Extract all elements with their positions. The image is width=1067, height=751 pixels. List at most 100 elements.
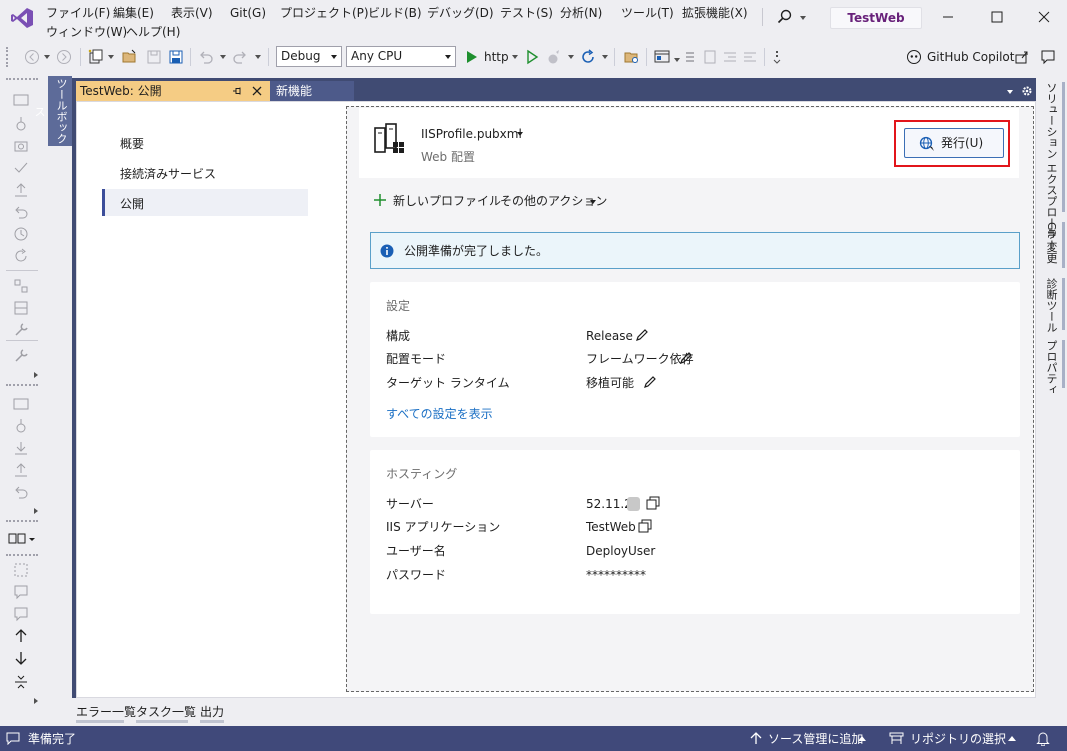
strip-grip[interactable] [6,78,38,80]
select-repository-button[interactable]: リポジトリの選択 [910,731,1006,747]
minimize-button[interactable] [928,4,968,30]
browser-link-icon[interactable] [654,49,670,65]
add-icon[interactable] [373,193,387,207]
tab-output[interactable]: 出力 [200,703,224,720]
edit-pencil-icon[interactable] [679,351,693,365]
collapse-icon[interactable] [12,674,30,690]
navigate-forward-icon[interactable] [56,49,72,65]
strip-grip[interactable] [6,384,38,386]
hot-reload-icon[interactable] [546,49,562,65]
menu-view[interactable]: 表示(V) [171,5,213,21]
menu-edit[interactable]: 編集(E) [113,5,154,21]
chevron-right-icon[interactable] [34,698,38,704]
copy-icon[interactable] [638,519,652,533]
save-all-icon[interactable] [168,49,184,65]
menu-debug[interactable]: デバッグ(D) [427,5,494,21]
navigate-back-icon[interactable] [24,49,40,65]
tab-error-list[interactable]: エラー一覧 [76,703,136,720]
chevron-down-icon[interactable] [220,55,226,59]
menu-analyze[interactable]: 分析(N) [560,5,602,21]
tab-testweb-publish[interactable]: TestWeb: 公開 [76,81,270,101]
redo-icon[interactable] [232,49,248,65]
camera-icon[interactable] [12,138,30,154]
record-icon[interactable] [12,116,30,132]
undo-icon[interactable] [12,484,30,500]
chevron-down-icon[interactable] [255,55,261,59]
maximize-button[interactable] [977,4,1017,30]
menu-extensions[interactable]: 拡張機能(X) [682,5,748,21]
chevron-down-icon[interactable] [568,55,574,59]
menu-file[interactable]: ファイル(F) [46,5,110,21]
notification-bell-icon[interactable] [1036,731,1050,746]
comment-icon[interactable] [12,584,30,600]
show-all-settings-link[interactable]: すべての設定を表示 [386,406,493,422]
edit-pencil-icon[interactable] [635,328,649,342]
publish-button[interactable]: 発行(U) [904,128,1004,158]
solution-configuration-select[interactable]: Debug [276,46,342,67]
refresh-icon[interactable] [12,248,30,264]
bookmark-icon[interactable] [702,49,718,65]
component-icon[interactable] [12,300,30,316]
chevron-right-icon[interactable] [34,508,38,514]
chevron-down-icon[interactable] [44,55,50,59]
tab-whats-new[interactable]: 新機能 [270,81,354,101]
undo-icon[interactable] [12,204,30,220]
chevron-down-icon[interactable] [674,58,680,62]
upload-icon[interactable] [12,462,30,478]
start-debugging-icon[interactable] [464,49,480,65]
folder-search-icon[interactable] [624,49,640,65]
comment-icon[interactable] [12,606,30,622]
chevron-down-icon[interactable] [590,200,596,204]
menu-build[interactable]: ビルド(B) [368,5,422,21]
menu-test[interactable]: テスト(S) [500,5,553,21]
strip-grip[interactable] [6,554,38,556]
profile-name[interactable]: IISProfile.pubxml [421,126,522,142]
strip-grip[interactable] [6,520,38,522]
record-icon[interactable] [12,418,30,434]
undo-icon[interactable] [198,49,214,65]
nav-item-connected-services[interactable]: 接続済みサービス [120,166,216,182]
solution-platform-select[interactable]: Any CPU [346,46,456,67]
indent-icon[interactable] [742,49,758,65]
arrow-down-icon[interactable] [12,650,30,666]
menu-tools[interactable]: ツール(T) [621,5,674,21]
toolbar-overflow-icon[interactable] [770,49,786,65]
feedback-icon[interactable] [1040,49,1056,65]
history-icon[interactable] [12,226,30,242]
upload-icon[interactable] [12,182,30,198]
menu-window[interactable]: ウィンドウ(W) [46,24,127,40]
wrench-icon[interactable] [12,322,30,338]
menu-help[interactable]: ヘルプ(H) [126,24,180,40]
start-without-debugging-icon[interactable] [524,49,540,65]
layout-toggle-icon[interactable] [8,532,36,546]
profile-dropdown-icon[interactable] [517,132,523,136]
open-folder-icon[interactable] [122,49,138,65]
outdent-icon[interactable] [722,49,738,65]
run-target-label[interactable]: http [484,49,509,65]
edit-pencil-icon[interactable] [643,375,657,389]
copilot-icon[interactable] [906,49,922,65]
tab-properties[interactable]: プロパティ [1042,340,1060,395]
refresh-icon[interactable] [580,49,596,65]
toolbox-item-icon[interactable] [12,396,30,412]
layout-icon[interactable] [12,278,30,294]
toolbox-tab[interactable]: ツールボックス [33,76,72,146]
new-project-icon[interactable] [88,49,104,65]
menu-git[interactable]: Git(G) [230,5,266,21]
menu-project[interactable]: プロジェクト(P) [280,5,369,21]
chevron-up-icon[interactable] [858,736,866,741]
select-icon[interactable] [12,562,30,578]
close-tab-icon[interactable] [252,86,262,96]
chevron-up-icon[interactable] [1008,736,1016,741]
chevron-down-icon[interactable] [602,55,608,59]
gear-icon[interactable] [1021,85,1033,97]
new-profile-button[interactable]: 新しいプロファイル [393,193,501,209]
download-icon[interactable] [12,440,30,456]
add-to-source-control-button[interactable]: ソース管理に追加 [768,731,863,747]
arrow-up-icon[interactable] [12,628,30,644]
search-button[interactable] [772,8,812,26]
chevron-down-icon[interactable] [108,55,114,59]
chevron-down-icon[interactable] [512,55,518,59]
chevron-right-icon[interactable] [34,372,38,378]
chevron-down-icon[interactable] [1007,90,1013,94]
